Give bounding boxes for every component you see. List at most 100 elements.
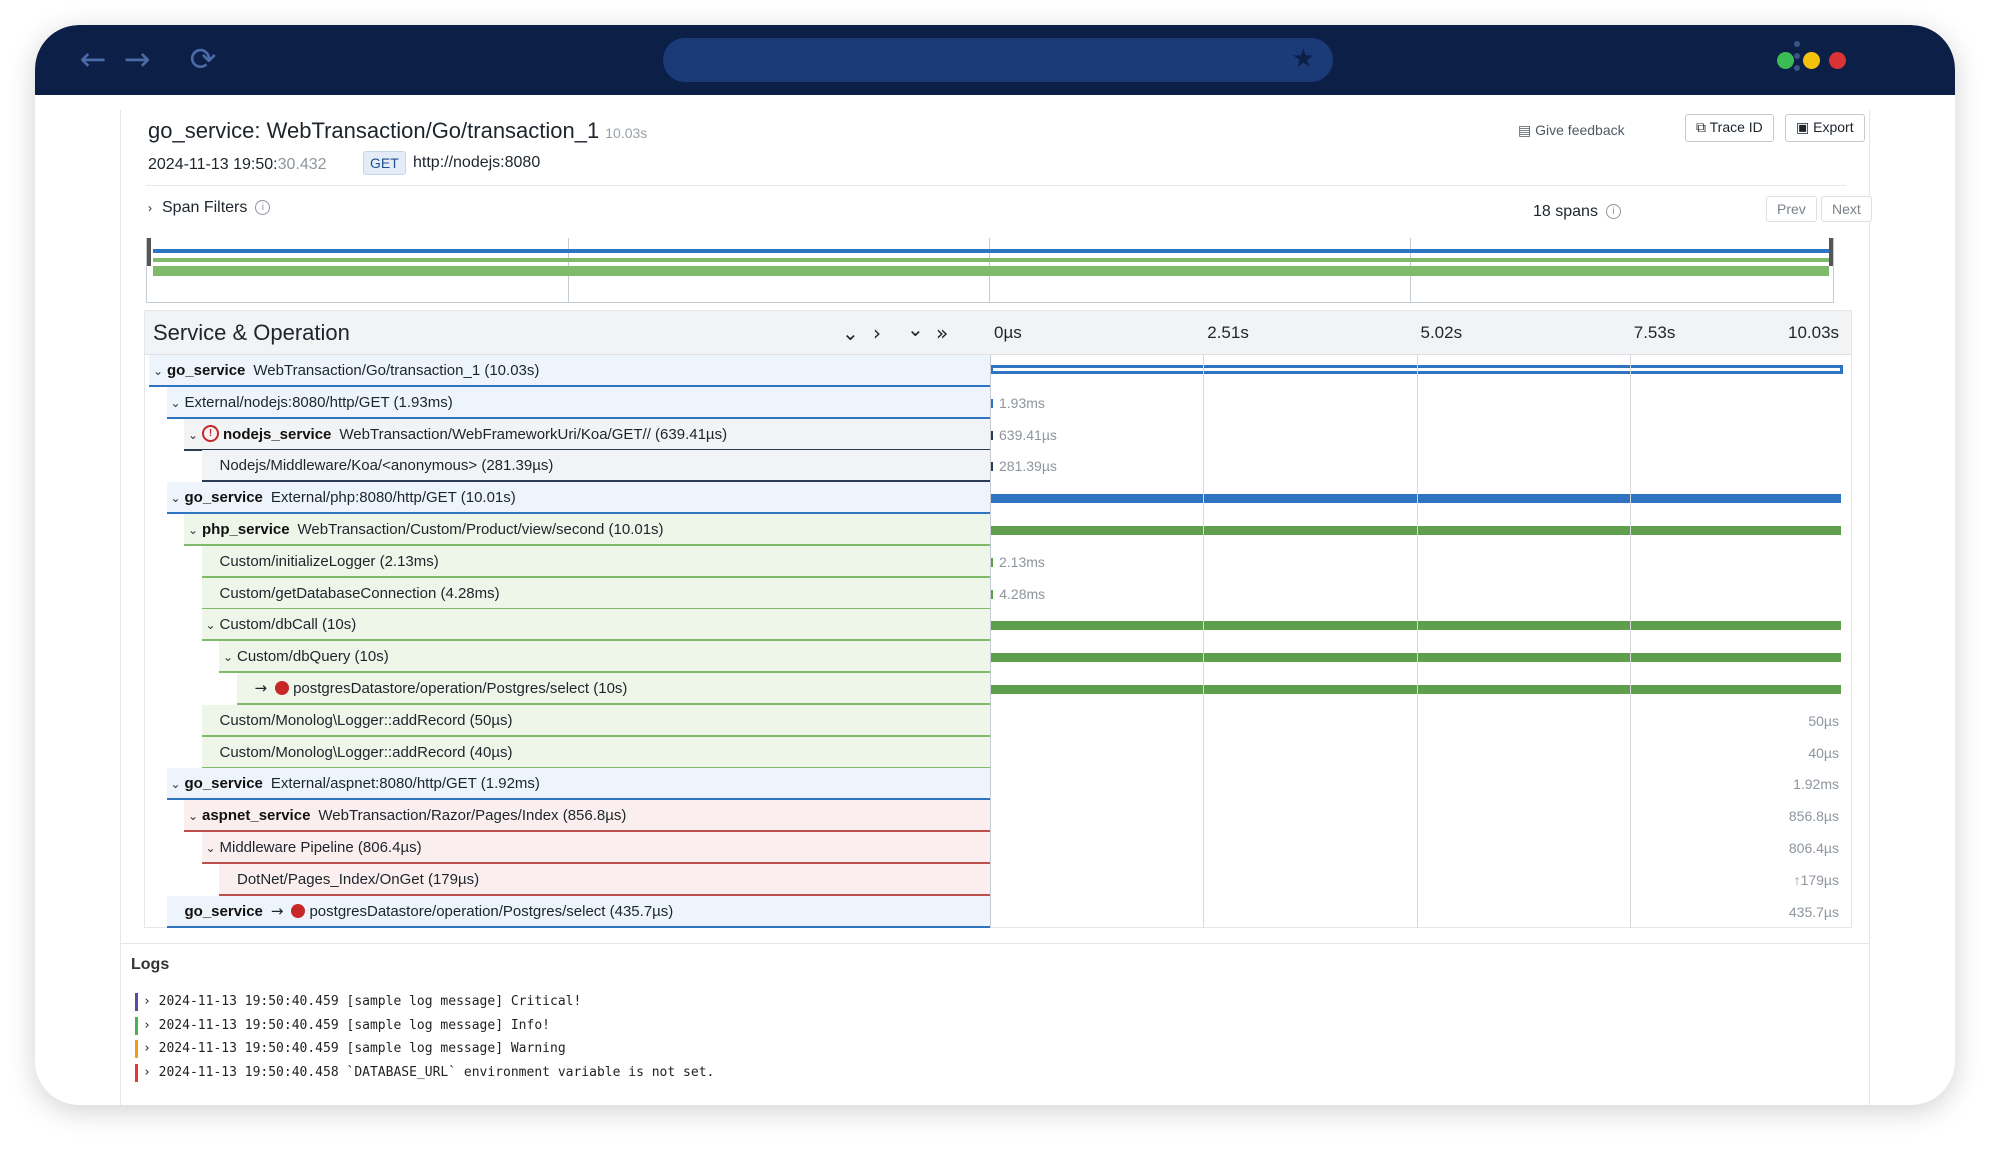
span-duration-label: 1.92ms bbox=[1793, 776, 1839, 793]
give-feedback-link[interactable]: ▤ Give feedback bbox=[1518, 122, 1625, 139]
page-title: go_service: WebTransaction/Go/transactio… bbox=[148, 118, 647, 144]
span-row[interactable]: Nodejs/Middleware/Koa/<anonymous> (281.3… bbox=[145, 450, 1851, 483]
reload-icon[interactable]: ⟳ bbox=[183, 39, 223, 79]
span-row[interactable]: Custom/getDatabaseConnection (4.28ms) 4.2… bbox=[145, 577, 1851, 610]
log-line[interactable]: › 2024-11-13 19:50:40.459 [sample log me… bbox=[135, 1016, 550, 1036]
collapse-all-icon[interactable]: » bbox=[936, 321, 948, 345]
span-name[interactable]: → postgresDatastore/operation/Postgres/se… bbox=[236, 673, 990, 705]
span-duration-label: 856.8µs bbox=[1788, 808, 1839, 825]
span-row[interactable]: ⌄! nodejs_service WebTransaction/WebFramew… bbox=[145, 418, 1851, 451]
span-row[interactable]: go_service → postgresDatastore/operation/P… bbox=[145, 895, 1851, 928]
span-row[interactable]: ⌄ aspnet_service WebTransaction/Razor/Page… bbox=[145, 800, 1851, 833]
span-name[interactable]: Custom/Monolog\Logger::addRecord (40µs) bbox=[201, 736, 990, 769]
span-name[interactable]: Custom/initializeLogger (2.13ms) bbox=[201, 545, 990, 578]
chevron-right-icon[interactable]: › bbox=[873, 321, 881, 345]
chevron-down-icon[interactable]: ⌄ bbox=[167, 388, 185, 417]
span-name[interactable]: ⌄ Middleware Pipeline (806.4µs) bbox=[201, 832, 990, 864]
chevron-down-icon[interactable]: ⌄ bbox=[184, 420, 202, 449]
span-name[interactable]: Custom/getDatabaseConnection (4.28ms) bbox=[201, 577, 990, 610]
span-row[interactable]: ⌄ go_service WebTransaction/Go/transaction… bbox=[145, 355, 1851, 387]
trace-id-button[interactable]: ⧉ Trace ID bbox=[1685, 114, 1774, 142]
chevron-down-icon[interactable]: ⌄ bbox=[184, 801, 202, 830]
minimap-handle-right[interactable] bbox=[1829, 238, 1833, 266]
span-name[interactable]: ⌄ php_service WebTransaction/Custom/Produc… bbox=[184, 514, 990, 546]
span-row[interactable]: ⌄ go_service External/php:8080/http/GET (1… bbox=[145, 482, 1851, 515]
logs-panel: Logs › 2024-11-13 19:50:40.459 [sample l… bbox=[121, 943, 1869, 1105]
span-row[interactable]: ⌄ Custom/dbCall (10s) bbox=[145, 609, 1851, 642]
span-operation: Custom/Monolog\Logger::addRecord (40µs) bbox=[219, 743, 513, 761]
span-row[interactable]: ⌄ php_service WebTransaction/Custom/Produc… bbox=[145, 514, 1851, 546]
info-icon[interactable]: i bbox=[255, 200, 271, 216]
log-level-indicator bbox=[135, 993, 138, 1011]
export-button[interactable]: ▣ Export bbox=[1785, 114, 1865, 142]
span-name[interactable]: ⌄ Custom/dbQuery (10s) bbox=[219, 641, 990, 674]
span-duration-label: 50µs bbox=[1808, 712, 1839, 729]
span-row[interactable]: DotNet/Pages_Index/OnGet (179µs) ↑179µs bbox=[145, 863, 1851, 896]
span-row[interactable]: Custom/Monolog\Logger::addRecord (40µs) 4… bbox=[145, 736, 1851, 769]
chevron-down-icon[interactable]: ⌄ bbox=[219, 642, 237, 671]
span-operation: WebTransaction/WebFrameworkUri/Koa/GET//… bbox=[339, 425, 728, 443]
save-icon: ▣ bbox=[1796, 119, 1810, 135]
span-service: go_service bbox=[167, 362, 246, 379]
span-operation: WebTransaction/Go/transaction_1 (10.03s) bbox=[253, 362, 540, 379]
star-icon[interactable]: ★ bbox=[1292, 44, 1315, 74]
span-name[interactable]: ⌄ aspnet_service WebTransaction/Razor/Page… bbox=[184, 800, 990, 833]
span-row[interactable]: ⌄ External/nodejs:8080/http/GET (1.93ms) 1… bbox=[145, 386, 1851, 419]
span-name[interactable]: go_service → postgresDatastore/operation/P… bbox=[166, 895, 990, 928]
span-name[interactable]: ⌄ go_service WebTransaction/Go/transaction… bbox=[149, 355, 990, 387]
span-name[interactable]: ⌄ Custom/dbCall (10s) bbox=[201, 609, 990, 642]
span-row[interactable]: ⌄ go_service External/aspnet:8080/http/GET… bbox=[145, 768, 1851, 801]
arrow-right-icon[interactable]: → bbox=[117, 39, 157, 79]
span-row[interactable]: Custom/Monolog\Logger::addRecord (50µs) 5… bbox=[145, 704, 1851, 737]
trace-id-label: Trace ID bbox=[1709, 119, 1763, 135]
span-name[interactable]: ⌄ go_service External/aspnet:8080/http/GET… bbox=[166, 768, 990, 801]
log-line[interactable]: › 2024-11-13 19:50:40.459 [sample log me… bbox=[135, 1039, 566, 1059]
window-dot-green[interactable] bbox=[1777, 52, 1794, 69]
span-name[interactable]: Nodejs/Middleware/Koa/<anonymous> (281.3… bbox=[201, 450, 990, 483]
chevron-down-icon[interactable]: ⌄ bbox=[202, 833, 220, 862]
span-operation: External/nodejs:8080/http/GET (1.93ms) bbox=[184, 393, 453, 411]
database-icon bbox=[291, 903, 306, 918]
span-name[interactable]: ⌄ go_service External/php:8080/http/GET (1… bbox=[166, 482, 990, 515]
export-label: Export bbox=[1813, 119, 1854, 135]
span-operation: WebTransaction/Razor/Pages/Index (856.8µ… bbox=[318, 807, 627, 825]
expand-all-icon[interactable]: ⌄ bbox=[907, 317, 924, 341]
chevron-right-icon: › bbox=[148, 201, 152, 215]
log-line[interactable]: › 2024-11-13 19:50:40.459 [sample log me… bbox=[135, 992, 581, 1012]
span-row[interactable]: Custom/initializeLogger (2.13ms) 2.13ms bbox=[145, 545, 1851, 578]
span-service: go_service bbox=[184, 775, 263, 793]
span-operation: Nodejs/Middleware/Koa/<anonymous> (281.3… bbox=[219, 457, 554, 475]
chevron-down-icon[interactable]: ⌄ bbox=[149, 356, 167, 385]
chevron-down-icon[interactable]: ⌄ bbox=[842, 321, 859, 345]
window-dot-red[interactable] bbox=[1829, 52, 1846, 69]
span-filters-label: Span Filters bbox=[162, 199, 248, 216]
span-row[interactable]: → postgresDatastore/operation/Postgres/se… bbox=[145, 673, 1851, 705]
chevron-down-icon[interactable]: ⌄ bbox=[167, 483, 185, 512]
address-bar[interactable]: ★ bbox=[663, 38, 1333, 82]
log-line[interactable]: › 2024-11-13 19:50:40.458 `DATABASE_URL`… bbox=[135, 1063, 714, 1083]
time-axis-tick: 5.02s bbox=[1420, 323, 1463, 342]
prev-button[interactable]: Prev bbox=[1766, 196, 1817, 222]
waterfall-header: Service & Operation ⌄ › ⌄ » 0µs 2.51s 5.02… bbox=[145, 311, 1851, 355]
chevron-down-icon[interactable]: ⌄ bbox=[202, 610, 220, 639]
span-name[interactable]: ⌄! nodejs_service WebTransaction/WebFramew… bbox=[184, 418, 990, 451]
span-filters-toggle[interactable]: › Span Filters i bbox=[148, 199, 271, 217]
span-name[interactable]: ⌄ External/nodejs:8080/http/GET (1.93ms) bbox=[166, 386, 990, 419]
info-icon[interactable]: i bbox=[1605, 204, 1621, 220]
arrow-left-icon[interactable]: ← bbox=[73, 39, 113, 79]
trace-minimap[interactable] bbox=[146, 238, 1834, 303]
span-row[interactable]: ⌄ Middleware Pipeline (806.4µs) 806.4µs bbox=[145, 832, 1851, 864]
next-button[interactable]: Next bbox=[1821, 196, 1872, 222]
span-name[interactable]: DotNet/Pages_Index/OnGet (179µs) bbox=[219, 863, 990, 896]
span-row[interactable]: ⌄ Custom/dbQuery (10s) bbox=[145, 641, 1851, 674]
kebab-menu-icon[interactable] bbox=[1793, 37, 1801, 83]
minimap-handle-left[interactable] bbox=[147, 238, 151, 266]
span-name[interactable]: Custom/Monolog\Logger::addRecord (50µs) bbox=[201, 704, 990, 737]
span-operation: Custom/Monolog\Logger::addRecord (50µs) bbox=[219, 711, 513, 729]
trace-waterfall: Service & Operation ⌄ › ⌄ » 0µs 2.51s 5.02… bbox=[144, 310, 1852, 928]
browser-toolbar: ← → ⟳ ★ bbox=[35, 25, 1955, 95]
chevron-down-icon[interactable]: ⌄ bbox=[167, 769, 185, 798]
chevron-down-icon[interactable]: ⌄ bbox=[184, 515, 202, 544]
timeline-gridline bbox=[1203, 355, 1205, 928]
window-dot-yellow[interactable] bbox=[1803, 52, 1820, 69]
